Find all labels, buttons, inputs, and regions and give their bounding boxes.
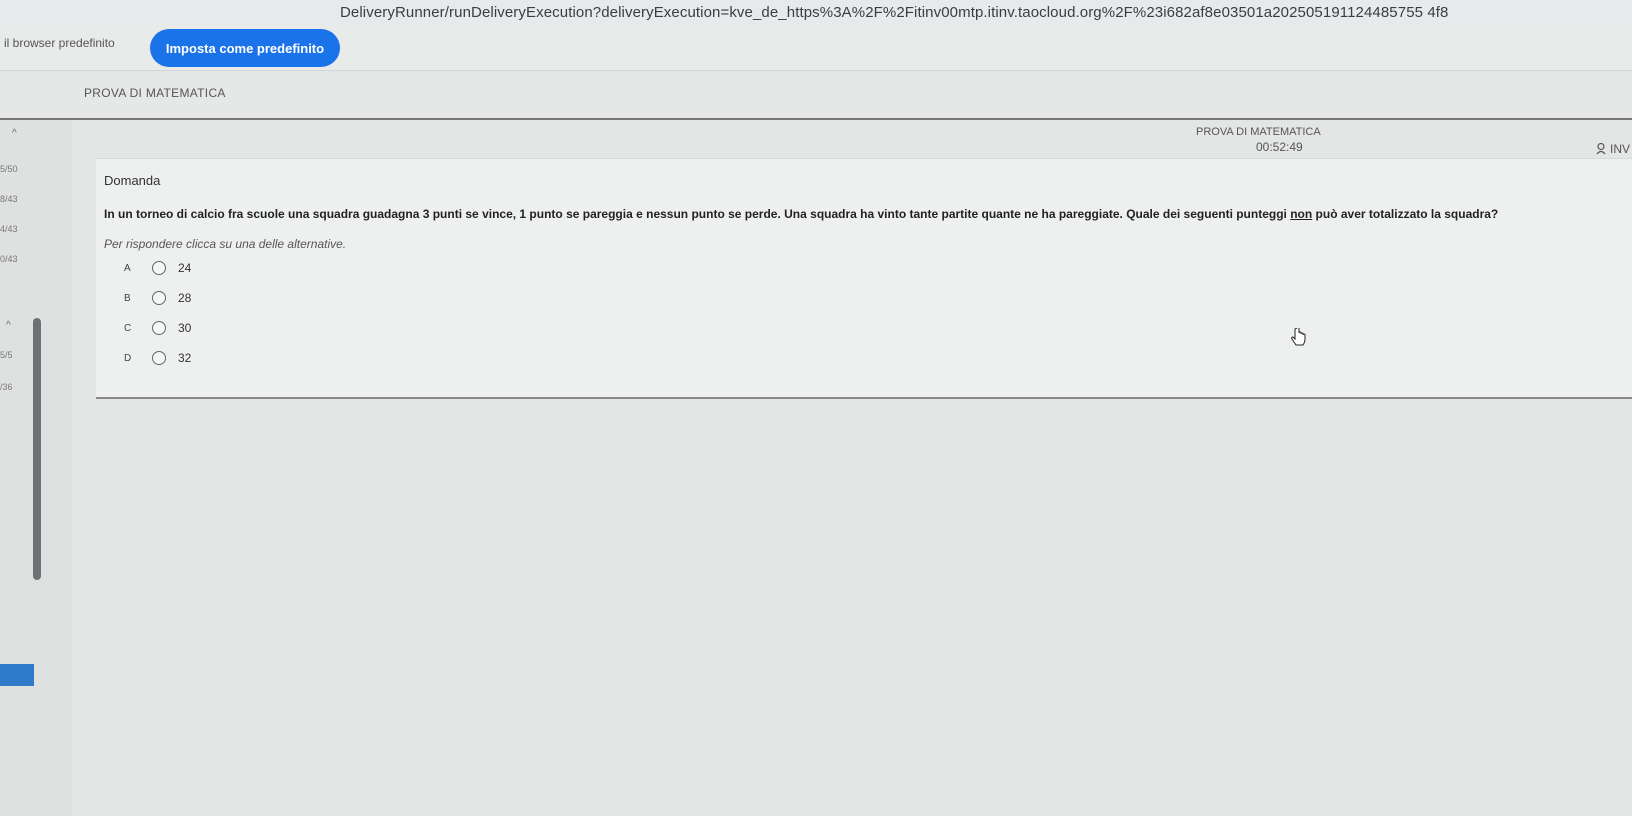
choice-letter: C — [124, 322, 132, 334]
active-marker[interactable] — [0, 664, 34, 686]
user-icon — [1596, 143, 1606, 155]
question-heading: Domanda — [104, 173, 161, 188]
sidebar-item[interactable]: 5/5 — [0, 350, 13, 360]
radio-button[interactable] — [152, 291, 166, 305]
set-default-button[interactable]: Imposta come predefinito — [150, 29, 340, 67]
choice-c[interactable]: C 30 — [96, 315, 1632, 341]
question-instruction: Per rispondere clicca su una delle alter… — [104, 237, 347, 251]
chevron-up-icon[interactable]: ^ — [6, 320, 11, 331]
infobar-text: il browser predefinito — [4, 36, 115, 50]
choice-a[interactable]: A 24 — [96, 255, 1632, 281]
sidebar-item[interactable]: 5/50 — [0, 164, 18, 174]
choice-value: 30 — [178, 321, 192, 335]
radio-button[interactable] — [152, 321, 166, 335]
choice-b[interactable]: B 28 — [96, 285, 1632, 311]
test-header: PROVA DI MATEMATICA — [0, 72, 1632, 120]
user-label: INV — [1610, 142, 1631, 156]
choice-d[interactable]: D 32 — [96, 345, 1632, 371]
choice-letter: D — [124, 352, 132, 364]
question-emphasis: non — [1290, 207, 1313, 221]
url-text[interactable]: DeliveryRunner/runDeliveryExecution?deli… — [340, 4, 1449, 21]
test-title: PROVA DI MATEMATICA — [84, 86, 226, 100]
sidebar-item[interactable]: 8/43 — [0, 194, 18, 204]
question-text-end: può aver totalizzato la squadra? — [1312, 207, 1499, 221]
choice-value: 28 — [178, 291, 192, 305]
sidebar-item[interactable]: 4/43 — [0, 224, 18, 234]
choice-value: 32 — [178, 351, 192, 365]
choice-letter: B — [124, 292, 131, 304]
timer: 00:52:49 — [1256, 140, 1303, 154]
question-panel: Domanda In un torneo di calcio fra scuol… — [96, 158, 1632, 399]
question-text: In un torneo di calcio fra scuole una sq… — [104, 207, 1498, 221]
address-bar[interactable]: DeliveryRunner/runDeliveryExecution?deli… — [0, 0, 1632, 26]
radio-button[interactable] — [152, 261, 166, 275]
radio-button[interactable] — [152, 351, 166, 365]
question-text-start: In un torneo di calcio fra scuole una sq… — [104, 207, 1291, 221]
choice-value: 24 — [178, 261, 192, 275]
choice-letter: A — [124, 262, 131, 274]
user-area: INV — [1596, 142, 1630, 156]
sidebar-item[interactable]: 0/43 — [0, 254, 18, 264]
sidebar-scrollbar[interactable] — [33, 318, 41, 580]
sidebar-item[interactable]: /36 — [0, 382, 13, 392]
default-browser-infobar: il browser predefinito Imposta come pred… — [0, 24, 1632, 71]
chevron-up-icon[interactable]: ^ — [12, 128, 17, 139]
section-title: PROVA DI MATEMATICA — [1196, 126, 1321, 138]
hand-cursor-icon — [1291, 328, 1306, 346]
